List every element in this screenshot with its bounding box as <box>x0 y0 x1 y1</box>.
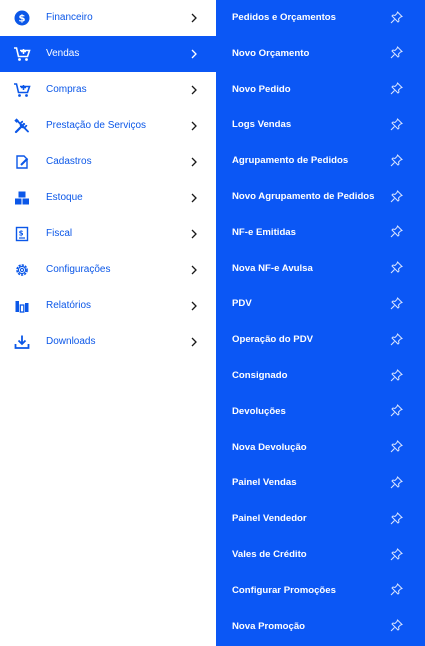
submenu-item-label: Novo Orçamento <box>232 47 310 59</box>
menu-item-label: Financeiro <box>46 12 93 23</box>
chevron-right-icon <box>188 155 200 169</box>
menu-item-configuracoes[interactable]: Configurações <box>0 252 216 288</box>
tools-icon <box>13 117 31 135</box>
submenu-item-label: Logs Vendas <box>232 119 292 131</box>
menu-item-label: Vendas <box>46 48 80 59</box>
submenu-item-label: Pedidos e Orçamentos <box>232 12 336 23</box>
submenu-item[interactable]: Agrupamento de Pedidos <box>216 143 425 179</box>
svg-text:$: $ <box>19 230 24 238</box>
submenu-item[interactable]: Pedidos e Orçamentos <box>216 0 425 36</box>
submenu-item[interactable]: Vales de Crédito <box>216 537 425 573</box>
menu-item-estoque[interactable]: Estoque <box>0 180 216 216</box>
receipt-icon: $ <box>13 225 31 243</box>
boxes-icon <box>13 189 31 207</box>
submenu-item[interactable]: Consignado <box>216 358 425 394</box>
submenu-item-label: Devoluções <box>232 405 286 417</box>
submenu-item[interactable]: Nova NF-e Avulsa <box>216 251 425 287</box>
chevron-right-icon <box>188 191 200 205</box>
pin-icon[interactable] <box>389 511 403 525</box>
pin-icon[interactable] <box>389 46 403 60</box>
submenu-item[interactable]: Nova Devolução <box>216 430 425 466</box>
submenu-item[interactable]: Devoluções <box>216 394 425 430</box>
menu-item-prestacao-de-servicos[interactable]: Prestação de Serviços <box>0 108 216 144</box>
submenu-item-label: Painel Vendas <box>232 477 297 489</box>
submenu-item[interactable]: PDV <box>216 286 425 322</box>
chevron-right-icon <box>188 299 200 313</box>
submenu-item-label: NF-e Emitidas <box>232 226 296 238</box>
submenu-item[interactable]: Novo Agrupamento de Pedidos <box>216 179 425 215</box>
gear-icon <box>13 261 31 279</box>
pin-icon[interactable] <box>389 261 403 275</box>
menu-item-label: Configurações <box>46 264 111 275</box>
pin-icon[interactable] <box>389 404 403 418</box>
submenu-item-label: Novo Pedido <box>232 83 291 95</box>
main-menu: $ Financeiro Vendas Compras Prestação de… <box>0 0 216 646</box>
menu-item-label: Relatórios <box>46 300 92 311</box>
pin-icon[interactable] <box>389 153 403 167</box>
submenu-item-label: Consignado <box>232 370 288 381</box>
submenu-item[interactable]: Logs Vendas <box>216 107 425 143</box>
vendas-submenu: Pedidos e Orçamentos Novo Orçamento Novo… <box>216 0 425 646</box>
menu-item-label: Downloads <box>46 336 96 347</box>
dollar-circle-icon: $ <box>13 9 31 27</box>
chevron-right-icon <box>188 83 200 97</box>
submenu-item-label: Vales de Crédito <box>232 549 307 560</box>
download-icon <box>13 333 31 351</box>
pin-icon[interactable] <box>389 296 403 310</box>
submenu-item[interactable]: Painel Vendas <box>216 465 425 501</box>
submenu-item[interactable]: Novo Pedido <box>216 72 425 108</box>
pin-icon[interactable] <box>389 225 403 239</box>
chevron-right-icon <box>188 47 200 61</box>
submenu-item[interactable]: Painel Vendedor <box>216 501 425 537</box>
bar-chart-icon <box>13 297 31 315</box>
submenu-item[interactable]: Operação do PDV <box>216 322 425 358</box>
submenu-item-label: Agrupamento de Pedidos <box>232 155 349 167</box>
submenu-item-label: Configurar Promoções <box>232 584 336 596</box>
pin-icon[interactable] <box>389 547 403 561</box>
chevron-right-icon <box>188 335 200 349</box>
submenu-item-label: Nova Devolução <box>232 441 307 453</box>
submenu-item[interactable]: Configurar Promoções <box>216 573 425 609</box>
menu-item-cadastros[interactable]: Cadastros <box>0 144 216 180</box>
pin-icon[interactable] <box>389 117 403 131</box>
submenu-item-label: Novo Agrupamento de Pedidos <box>232 191 375 202</box>
submenu-item-label: PDV <box>232 298 252 310</box>
menu-item-label: Compras <box>46 84 87 95</box>
menu-item-label: Estoque <box>46 192 83 203</box>
submenu-item[interactable]: NF-e Emitidas <box>216 215 425 251</box>
submenu-item-label: Operação do PDV <box>232 334 314 346</box>
submenu-item-label: Painel Vendedor <box>232 513 307 525</box>
chevron-right-icon <box>188 227 200 241</box>
chevron-right-icon <box>188 263 200 277</box>
pin-icon[interactable] <box>389 475 403 489</box>
pin-icon[interactable] <box>389 583 403 597</box>
menu-item-fiscal[interactable]: $ Fiscal <box>0 216 216 252</box>
submenu-item-label: Nova NF-e Avulsa <box>232 262 313 274</box>
pin-icon[interactable] <box>389 332 403 346</box>
menu-item-vendas[interactable]: Vendas <box>0 36 216 72</box>
pin-icon[interactable] <box>389 440 403 454</box>
menu-item-label: Cadastros <box>46 156 92 167</box>
cart-plus-icon <box>13 81 31 99</box>
menu-item-label: Fiscal <box>46 228 73 239</box>
menu-item-compras[interactable]: Compras <box>0 72 216 108</box>
pin-icon[interactable] <box>389 82 403 96</box>
chevron-right-icon <box>188 119 200 133</box>
menu-item-relatorios[interactable]: Relatórios <box>0 288 216 324</box>
menu-item-label: Prestação de Serviços <box>46 120 147 131</box>
pin-icon[interactable] <box>389 10 403 24</box>
submenu-item[interactable]: Novo Orçamento <box>216 36 425 72</box>
submenu-item-label: Nova Promoção <box>232 620 306 632</box>
pin-icon[interactable] <box>389 368 403 382</box>
menu-item-downloads[interactable]: Downloads <box>0 324 216 360</box>
submenu-item[interactable]: Nova Promoção <box>216 609 425 645</box>
pin-icon[interactable] <box>389 619 403 633</box>
chevron-right-icon <box>188 11 200 25</box>
cart-plus-icon <box>13 45 31 63</box>
menu-item-financeiro[interactable]: $ Financeiro <box>0 0 216 36</box>
pin-icon[interactable] <box>389 189 403 203</box>
edit-document-icon <box>13 153 31 171</box>
svg-text:$: $ <box>19 14 26 25</box>
